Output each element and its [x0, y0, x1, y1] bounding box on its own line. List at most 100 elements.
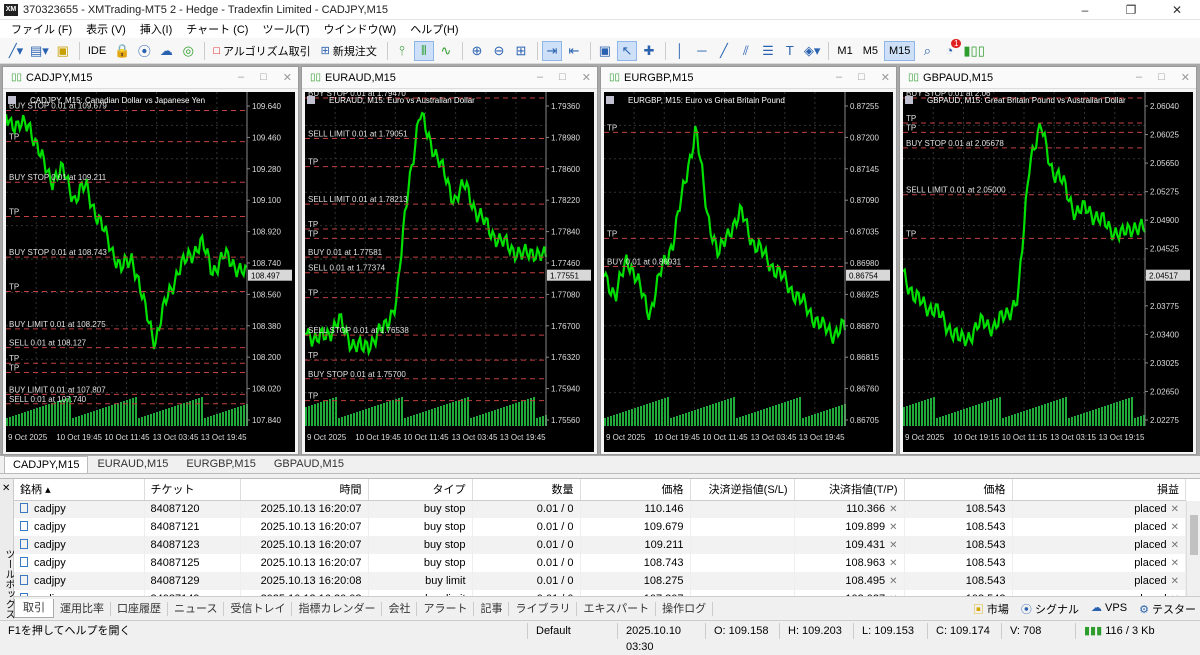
vertical-line-icon[interactable]: │ — [670, 41, 690, 61]
minimize-icon[interactable]: – — [537, 71, 543, 84]
price-chart[interactable]: BUY STOP 0.01 at 109.679TPBUY STOP 0.01 … — [6, 92, 295, 452]
chart-window-2[interactable]: ▯▯ EURGBP,M15 – □ ✕ TP TP BUY 0.01 at 0.86931… — [600, 66, 897, 455]
cancel-order-icon[interactable]: ✕ — [1171, 522, 1179, 533]
menu-view[interactable]: 表示 (V) — [79, 21, 133, 37]
chart-tab-gbpaud[interactable]: GBPAUD,M15 — [265, 455, 353, 473]
tab-exposure[interactable]: 運用比率 — [54, 601, 111, 616]
channel-icon[interactable]: ⫽ — [736, 41, 756, 61]
column-header-current-price[interactable]: 価格 — [904, 479, 1013, 501]
screenshot-icon[interactable]: ▣ — [595, 41, 615, 61]
text-icon[interactable]: T — [780, 41, 800, 61]
close-icon[interactable]: ✕ — [582, 71, 591, 84]
column-header-tp[interactable]: 決済指値(T/P) — [794, 479, 905, 501]
chart-type-icon[interactable]: ╱▾ — [6, 41, 26, 61]
search-icon[interactable]: ⌕ — [917, 41, 937, 61]
tab-journal[interactable]: 操作ログ — [656, 601, 714, 616]
table-scrollbar[interactable] — [1186, 501, 1200, 597]
timeframe-m1-button[interactable]: M1 — [833, 41, 856, 61]
price-chart[interactable]: BUY STOP 0.01 at 2.06TPTPBUY STOP 0.01 a… — [903, 92, 1193, 452]
maximize-icon[interactable]: □ — [858, 71, 865, 84]
minimize-icon[interactable]: – — [238, 71, 244, 84]
autoscroll-icon[interactable]: ⇥ — [541, 40, 562, 61]
remove-tp-icon[interactable]: ✕ — [889, 558, 897, 569]
vps-button[interactable]: ☁ VPS — [1091, 601, 1127, 617]
chart-tab-euraud[interactable]: EURAUD,M15 — [88, 455, 177, 473]
timeframe-m15-button[interactable]: M15 — [883, 40, 916, 61]
column-header-price[interactable]: 価格 — [580, 479, 691, 501]
column-header-volume[interactable]: 数量 — [472, 479, 581, 501]
menu-chart[interactable]: チャート (C) — [179, 21, 255, 37]
menu-window[interactable]: ウインドウ(W) — [317, 21, 404, 37]
close-icon[interactable]: ✕ — [2, 483, 10, 494]
connection-icon[interactable]: ▮▯▯ — [961, 41, 986, 61]
table-row[interactable]: cadjpy 84087129 2025.10.13 16:20:08 buy … — [14, 572, 1186, 590]
chart-tab-cadjpy[interactable]: CADJPY,M15 — [4, 456, 89, 473]
ide-button[interactable]: IDE — [84, 41, 110, 61]
cloud-icon[interactable]: ☁ — [156, 41, 176, 61]
tab-library[interactable]: ライブラリ — [509, 601, 578, 616]
menu-insert[interactable]: 挿入(I) — [133, 21, 179, 37]
tab-trade[interactable]: 取引 — [14, 599, 54, 618]
signal-icon[interactable]: ⦿ — [134, 41, 154, 61]
chart-shift-icon[interactable]: ⇤ — [564, 41, 584, 61]
table-row[interactable]: cadjpy 84087120 2025.10.13 16:20:07 buy … — [14, 500, 1186, 518]
tester-button[interactable]: ⚙ テスター — [1139, 601, 1196, 617]
trendline-icon[interactable]: ╱ — [714, 41, 734, 61]
price-chart[interactable]: TP TP BUY 0.01 at 0.86931 0.87255 0.87200 0.8… — [604, 92, 893, 452]
menu-file[interactable]: ファイル (F) — [4, 21, 79, 37]
zoom-in-icon[interactable]: ⊕ — [467, 41, 487, 61]
tab-mailbox[interactable]: 受信トレイ — [224, 601, 293, 616]
timeframe-m5-button[interactable]: M5 — [859, 41, 882, 61]
zoom-out-icon[interactable]: ⊖ — [489, 41, 509, 61]
chart-window-0[interactable]: ▯▯ CADJPY,M15 – □ ✕ BUY STOP 0.01 at 109.67… — [2, 66, 299, 455]
line-chart-icon[interactable]: ∿ — [436, 41, 456, 61]
algo-trading-button[interactable]: □ アルゴリズム取引 — [209, 41, 314, 61]
minimize-icon[interactable]: – — [836, 71, 842, 84]
close-icon[interactable]: ✕ — [881, 71, 890, 84]
horizontal-line-icon[interactable]: ─ — [692, 41, 712, 61]
maximize-icon[interactable]: □ — [559, 71, 566, 84]
column-header-ticket[interactable]: チケット — [144, 479, 241, 501]
tab-news[interactable]: ニュース — [168, 601, 225, 616]
candle-chart-icon[interactable]: ⫴ — [413, 40, 434, 61]
remove-tp-icon[interactable]: ✕ — [889, 540, 897, 551]
close-icon[interactable]: ✕ — [1181, 71, 1190, 84]
restore-icon[interactable]: ❐ — [1108, 0, 1154, 20]
remove-tp-icon[interactable]: ✕ — [889, 504, 897, 515]
cancel-order-icon[interactable]: ✕ — [1171, 576, 1179, 587]
scrollbar-thumb[interactable] — [1190, 515, 1198, 555]
bar-chart-icon[interactable]: ⫯ — [392, 41, 412, 61]
tab-articles[interactable]: 記事 — [474, 601, 510, 616]
indicators-icon[interactable]: ▤▾ — [28, 41, 51, 61]
menu-tools[interactable]: ツール(T) — [255, 21, 316, 37]
minimize-icon[interactable]: – — [1062, 0, 1108, 20]
tab-alerts[interactable]: アラート — [417, 601, 475, 616]
cancel-order-icon[interactable]: ✕ — [1171, 504, 1179, 515]
table-row[interactable]: cadjpy 84087123 2025.10.13 16:20:07 buy … — [14, 536, 1186, 554]
cancel-order-icon[interactable]: ✕ — [1171, 540, 1179, 551]
chart-window-1[interactable]: ▯▯ EURAUD,M15 – □ ✕ BUY STOP 0.01 at 1.7947… — [301, 66, 598, 455]
tab-experts[interactable]: エキスパート — [577, 601, 657, 616]
lock-icon[interactable]: 🔒 — [112, 41, 132, 61]
new-order-button[interactable]: ⊞ 新規注文 — [317, 41, 381, 61]
table-row[interactable]: cadjpy 84087125 2025.10.13 16:20:07 buy … — [14, 554, 1186, 572]
cursor-icon[interactable]: ↖ — [616, 40, 637, 61]
globe-icon[interactable]: ◎ — [178, 41, 198, 61]
maximize-icon[interactable]: □ — [260, 71, 267, 84]
column-header-profit[interactable]: 損益 — [1012, 479, 1186, 501]
tab-calendar[interactable]: 指標カレンダー — [292, 601, 383, 616]
column-header-type[interactable]: タイプ — [368, 479, 473, 501]
signals-button[interactable]: ⦿ シグナル — [1021, 601, 1079, 617]
menu-help[interactable]: ヘルプ(H) — [403, 21, 465, 37]
close-icon[interactable]: ✕ — [1154, 0, 1200, 20]
column-header-sl[interactable]: 決済逆指値(S/L) — [690, 479, 795, 501]
fibonacci-icon[interactable]: ☰ — [758, 41, 778, 61]
crosshair-icon[interactable]: ✚ — [639, 41, 659, 61]
close-icon[interactable]: ✕ — [283, 71, 292, 84]
price-chart[interactable]: BUY STOP 0.01 at 1.79470SELL LIMIT 0.01 … — [305, 92, 594, 452]
minimize-icon[interactable]: – — [1136, 71, 1142, 84]
tab-company[interactable]: 会社 — [382, 601, 418, 616]
grid-icon[interactable]: ⊞ — [511, 41, 531, 61]
chart-tab-eurgbp[interactable]: EURGBP,M15 — [177, 455, 265, 473]
chart-window-3[interactable]: ▯▯ GBPAUD,M15 – □ ✕ BUY STOP 0.01 at 2.06 TP… — [899, 66, 1197, 455]
